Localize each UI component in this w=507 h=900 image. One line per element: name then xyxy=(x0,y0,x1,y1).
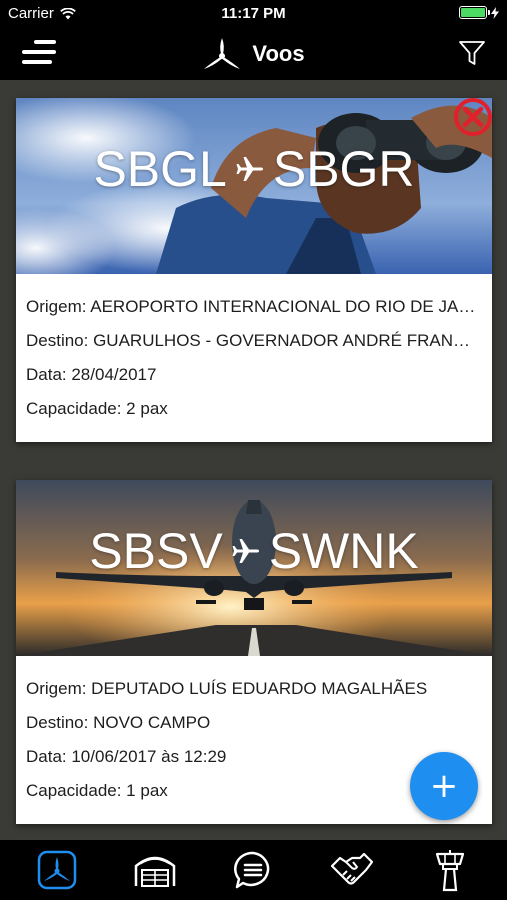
destination-code: SWNK xyxy=(268,523,419,579)
route-header: SBGL SBGR xyxy=(16,140,492,198)
origin-text: Origem: DEPUTADO LUÍS EDUARDO MAGALHÃES xyxy=(26,679,428,698)
flights-propeller-icon xyxy=(37,850,77,890)
tab-messages[interactable] xyxy=(223,845,283,895)
airplane-icon xyxy=(232,539,259,563)
airplane-runway-sunset-photo: SBSV SWNK xyxy=(16,480,492,656)
flight-list[interactable]: SBGL SBGR Origem: AEROPORTO INTERNACIONA… xyxy=(0,80,507,840)
chat-list-icon xyxy=(234,851,270,889)
origin-code: SBSV xyxy=(89,523,223,579)
flight-card[interactable]: SBGL SBGR Origem: AEROPORTO INTERNACIONA… xyxy=(16,98,492,442)
plus-icon: + xyxy=(429,766,459,806)
route-header: SBSV SWNK xyxy=(16,522,492,580)
funnel-filter-icon[interactable] xyxy=(457,38,487,68)
hangar-icon xyxy=(135,856,176,887)
delete-close-icon[interactable] xyxy=(452,98,492,138)
add-flight-button[interactable]: + xyxy=(410,752,478,820)
navigation-bar: Voos xyxy=(0,28,507,80)
battery-icon xyxy=(459,6,490,19)
handshake-icon xyxy=(330,852,373,885)
destination-text: Destino: NOVO CAMPO xyxy=(26,713,211,732)
tab-tower[interactable] xyxy=(420,845,480,895)
destination-code: SBGR xyxy=(272,141,415,197)
tab-flights[interactable] xyxy=(27,845,87,895)
origin-code: SBGL xyxy=(93,141,227,197)
binoculars-sky-photo: SBGL SBGR xyxy=(16,98,492,274)
status-time: 11:17 PM xyxy=(221,5,286,22)
tab-deals[interactable] xyxy=(322,845,382,895)
airplane-icon xyxy=(236,157,263,181)
date-text: Data: 28/04/2017 xyxy=(26,365,157,384)
origin-text: Origem: AEROPORTO INTERNACIONAL DO RIO D… xyxy=(26,297,482,316)
capacity-text: Capacidade: 2 pax xyxy=(26,399,168,418)
control-tower-icon xyxy=(435,850,464,892)
tab-bar xyxy=(0,840,507,900)
propeller-logo-icon xyxy=(204,38,241,69)
status-bar: Carrier 11:17 PM xyxy=(0,0,507,28)
destination-text: Destino: GUARULHOS - GOVERNADOR ANDRÉ FR… xyxy=(26,331,482,350)
tab-hangar[interactable] xyxy=(125,845,185,895)
page-title: Voos xyxy=(252,41,305,66)
charging-bolt-icon xyxy=(491,6,499,19)
